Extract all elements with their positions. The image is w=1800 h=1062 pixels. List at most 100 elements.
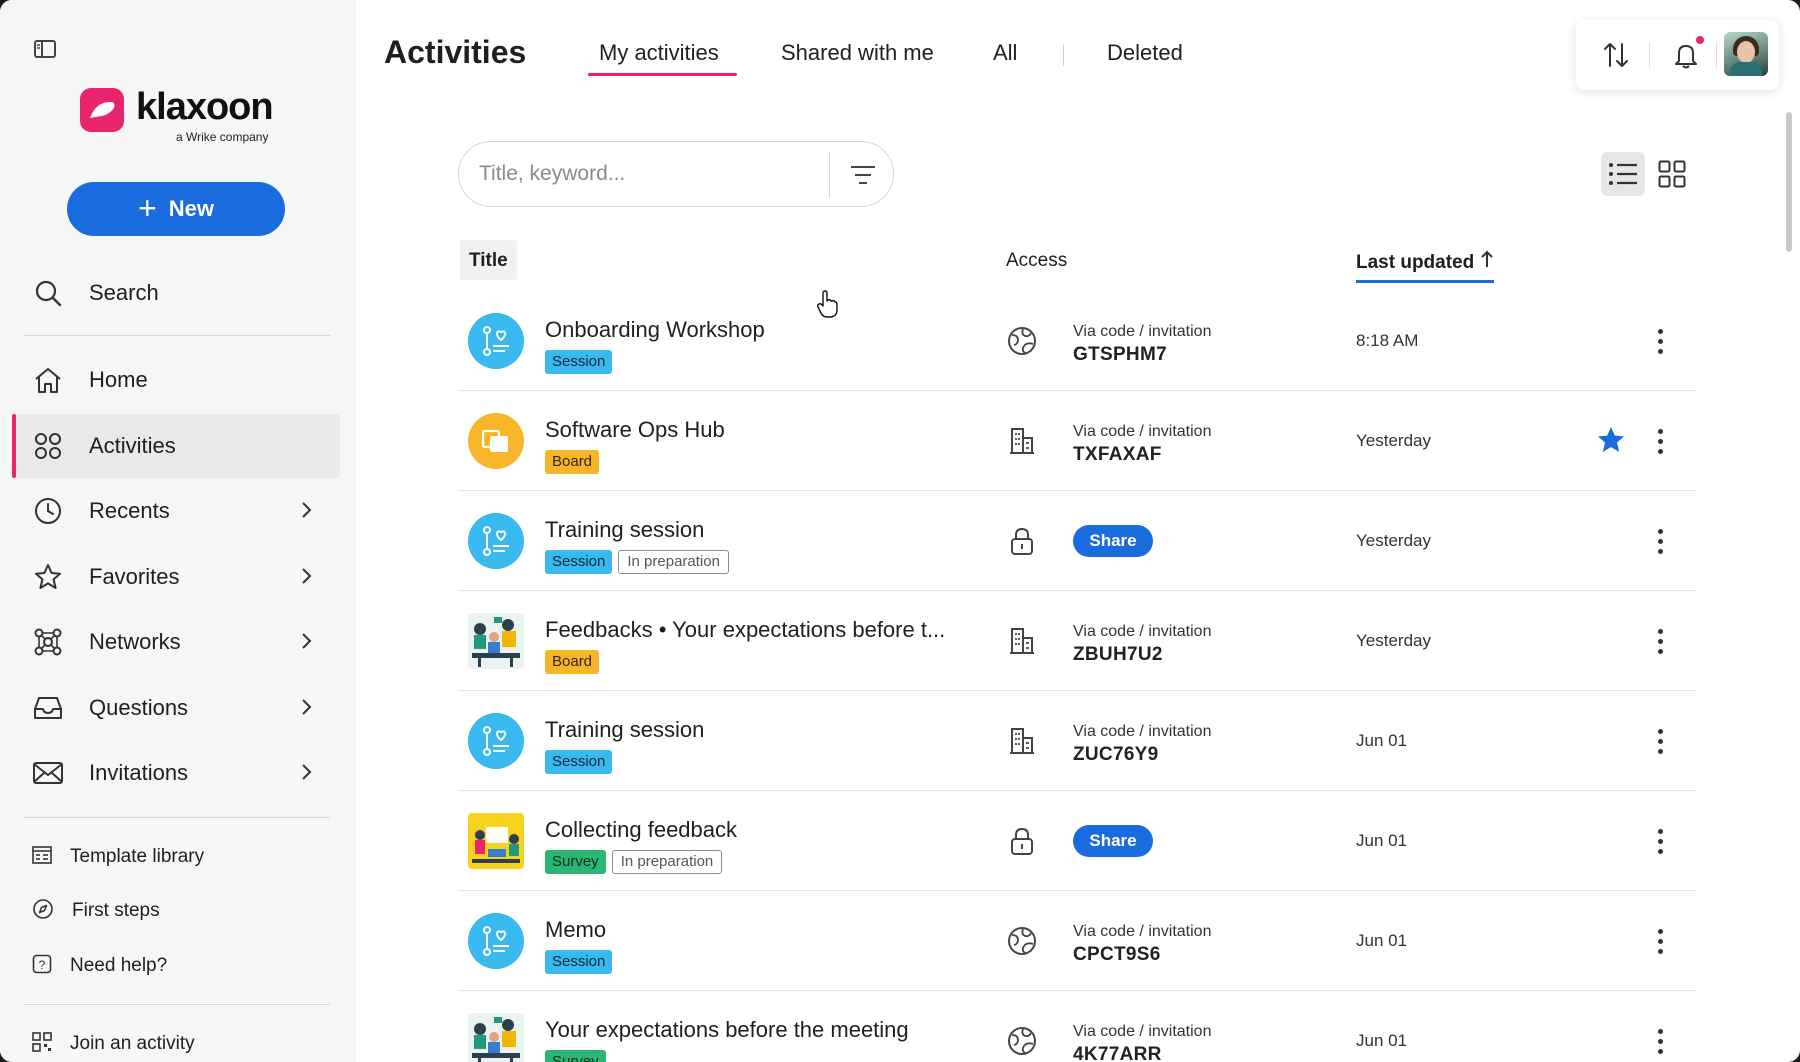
top-actions-bar — [1576, 20, 1779, 90]
access-mode: Via code / invitation — [1073, 623, 1212, 640]
sidebar-toggle-icon[interactable] — [32, 38, 58, 60]
table-row[interactable]: Onboarding Workshop Session Via code / inv… — [458, 291, 1696, 391]
last-updated: Jun 01 — [1356, 1031, 1408, 1050]
bell-icon[interactable] — [1656, 20, 1716, 90]
table-row[interactable]: Collecting feedback Survey In preparation S… — [458, 791, 1696, 891]
svg-text:?: ? — [39, 958, 46, 972]
more-options-icon[interactable] — [1650, 1025, 1670, 1057]
access-mode: Via code / invitation — [1073, 723, 1212, 740]
sidebar-item-invitations[interactable]: Invitations — [12, 741, 340, 805]
column-header-access[interactable]: Access — [1006, 250, 1067, 272]
last-updated: Jun 01 — [1356, 731, 1408, 750]
sidebar-item-questions[interactable]: Questions — [12, 676, 340, 740]
more-options-icon[interactable] — [1650, 425, 1670, 457]
activity-title[interactable]: Collecting feedback — [545, 817, 737, 843]
activity-title[interactable]: Memo — [545, 917, 606, 943]
sort-icon[interactable] — [1586, 20, 1646, 90]
home-icon — [30, 366, 66, 394]
chevron-right-icon — [300, 632, 312, 655]
sidebar-item-label: Home — [89, 367, 148, 392]
more-options-icon[interactable] — [1650, 925, 1670, 957]
tab-separator — [1063, 44, 1064, 66]
more-options-icon[interactable] — [1650, 725, 1670, 757]
pointer-cursor-icon — [816, 290, 838, 323]
access-code: GTSPHM7 — [1073, 344, 1167, 365]
activity-title[interactable]: Training session — [545, 517, 704, 543]
building-icon — [1006, 625, 1038, 657]
sidebar: klaxoon a Wrike company + New Search Hom… — [0, 0, 356, 1062]
new-button[interactable]: + New — [67, 182, 285, 236]
search-input[interactable] — [479, 156, 849, 192]
building-icon — [1006, 725, 1038, 757]
activity-tags: Survey — [545, 1050, 606, 1062]
inbox-icon — [30, 694, 66, 722]
sidebar-link-join-activity[interactable]: Join an activity — [32, 1026, 195, 1062]
globe-icon — [1006, 325, 1038, 357]
activity-title[interactable]: Training session — [545, 717, 704, 743]
more-options-icon[interactable] — [1650, 825, 1670, 857]
lock-icon — [1006, 825, 1038, 857]
chevron-right-icon — [300, 763, 312, 786]
actions-separator — [1649, 42, 1650, 68]
last-updated: Jun 01 — [1356, 831, 1408, 850]
share-button[interactable]: Share — [1073, 825, 1153, 857]
more-options-icon[interactable] — [1650, 325, 1670, 357]
sort-ascending-icon — [1480, 250, 1494, 273]
table-row[interactable]: Software Ops Hub Board Via code / invitati… — [458, 391, 1696, 491]
sidebar-item-favorites[interactable]: Favorites — [12, 545, 340, 609]
activity-title[interactable]: Onboarding Workshop — [545, 317, 765, 343]
tab-deleted[interactable]: Deleted — [1107, 40, 1183, 66]
sidebar-item-activities[interactable]: Activities — [12, 414, 340, 478]
sidebar-item-home[interactable]: Home — [12, 348, 340, 412]
tab-shared-with-me[interactable]: Shared with me — [781, 40, 934, 66]
activity-thumbnail — [468, 813, 524, 869]
table-row[interactable]: Memo Session Via code / invitation CPCT9S6 J… — [458, 891, 1696, 991]
sidebar-item-label: Invitations — [89, 760, 189, 785]
access-mode: Via code / invitation — [1073, 423, 1212, 440]
session-icon — [468, 913, 524, 969]
column-header-last-updated[interactable]: Last updated — [1356, 250, 1494, 283]
search-icon — [30, 279, 66, 307]
lock-icon — [1006, 525, 1038, 557]
activity-type-badge: Board — [545, 450, 600, 474]
activity-title[interactable]: Software Ops Hub — [545, 417, 725, 443]
help-icon: ? — [32, 954, 52, 979]
star-icon — [30, 562, 66, 592]
sidebar-item-recents[interactable]: Recents — [12, 479, 340, 543]
activity-type-badge: Survey — [545, 1050, 606, 1062]
activity-tags: Session In preparation — [545, 550, 729, 574]
activity-title[interactable]: Feedbacks • Your expectations before t..… — [545, 617, 945, 643]
sidebar-link-label: Template library — [70, 846, 205, 867]
last-updated: Yesterday — [1356, 631, 1431, 650]
table-row[interactable]: Feedbacks • Your expectations before t..… — [458, 591, 1696, 691]
tab-my-activities[interactable]: My activities — [599, 40, 719, 66]
column-header-title[interactable]: Title — [460, 240, 517, 280]
table-row[interactable]: Training session Session Via code / invita… — [458, 691, 1696, 791]
filter-icon[interactable] — [839, 152, 887, 198]
klaxoon-logo[interactable]: klaxoon a Wrike company — [80, 86, 280, 146]
table-row[interactable]: Your expectations before the meeting Surv… — [458, 991, 1696, 1062]
activity-type-badge: Session — [545, 950, 613, 974]
activity-type-badge: In preparation — [611, 850, 723, 874]
sidebar-item-networks[interactable]: Networks — [12, 610, 340, 674]
more-options-icon[interactable] — [1650, 525, 1670, 557]
favorite-star-icon[interactable] — [1596, 425, 1626, 460]
more-options-icon[interactable] — [1650, 625, 1670, 657]
activity-title[interactable]: Your expectations before the meeting — [545, 1017, 909, 1043]
tab-all[interactable]: All — [993, 40, 1017, 66]
sidebar-link-first-steps[interactable]: First steps — [32, 893, 160, 929]
logo-mark-icon — [80, 88, 124, 132]
avatar[interactable] — [1724, 32, 1768, 76]
sidebar-link-need-help[interactable]: ? Need help? — [32, 948, 167, 984]
sidebar-item-label: Questions — [89, 695, 189, 720]
last-updated: Jun 01 — [1356, 931, 1408, 950]
sidebar-link-template-library[interactable]: Template library — [32, 839, 204, 875]
grid-view-icon[interactable] — [1650, 152, 1694, 196]
sidebar-item-search[interactable]: Search — [12, 261, 340, 325]
session-icon — [468, 713, 524, 769]
share-button[interactable]: Share — [1073, 525, 1153, 557]
scrollbar[interactable] — [1786, 112, 1792, 252]
list-view-icon[interactable] — [1601, 152, 1645, 196]
active-tab-indicator — [588, 73, 737, 76]
table-row[interactable]: Training session Session In preparation Sha… — [458, 491, 1696, 591]
